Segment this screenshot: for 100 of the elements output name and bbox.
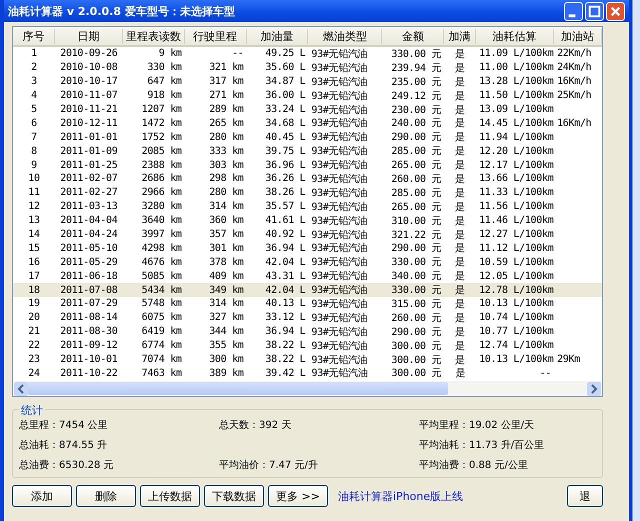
table-cell-text: 93#无铅汽油 — [310, 326, 368, 339]
table-cell-text: 6 — [30, 118, 38, 129]
table-cell-text: 5 — [30, 104, 38, 115]
table-cell-text: 2085 km — [140, 146, 183, 157]
table-cell-text: 16Km/h — [556, 76, 592, 88]
table-row[interactable]: 14 2011-04-24 3997 km 357 km 40.92 L 93#无铅汽油 321.22 元 是 12.27 L/100km — [13, 228, 602, 242]
minimize-icon[interactable] — [564, 2, 583, 20]
statistic-text: 平均油费：0.88 元/公里 — [419, 458, 529, 472]
column-header[interactable]: 日期 — [54, 28, 123, 44]
table-cell-text: 409 km — [208, 270, 245, 282]
table-row[interactable]: 19 2011-07-29 5748 km 314 km 40.13 L 93#无铅汽油 315.00 元 是 10.13 L/100km — [13, 297, 602, 311]
table-cell-text: 300.00 元 — [390, 354, 442, 367]
table-cell-text: 11.00 L/100km — [478, 62, 554, 74]
table-row[interactable]: 20 2011-08-14 6075 km 327 km 33.12 L 93#无铅汽油 260.00 元 是 10.74 L/100km — [13, 310, 602, 325]
column-header[interactable]: 加满 — [444, 28, 476, 44]
promo-link[interactable]: 油耗计算器iPhone版上线 — [338, 488, 464, 504]
column-header[interactable]: 里程表读数 — [122, 28, 185, 44]
column-header[interactable]: 油耗估算 — [476, 28, 554, 44]
table-row[interactable]: 10 2011-02-07 2686 km 298 km 36.26 L 93#无铅汽油 260.00 元 是 13.66 L/100km — [13, 172, 602, 186]
table-row[interactable]: 24 2011-10-22 7463 km 389 km 39.42 L 93#无铅汽油 300.00 元 是 -- — [13, 366, 602, 380]
column-header[interactable]: 燃油类型 — [308, 28, 382, 44]
horizontal-scrollbar[interactable] — [13, 381, 602, 396]
table-row[interactable]: 18 2011-07-08 5434 km 349 km 42.04 L 93#无铅汽油 330.00 元 是 12.78 L/100km — [13, 283, 602, 298]
table-cell-text: 333 km — [208, 146, 245, 157]
maximize-icon[interactable] — [585, 2, 604, 20]
action-button[interactable]: 删除 — [76, 485, 136, 507]
table-row[interactable]: 13 2011-04-04 3640 km 360 km 41.61 L 93#无铅汽油 310.00 元 是 11.46 L/100km — [13, 214, 602, 228]
statistic-text: 平均油耗：11.73 升/百公里 — [419, 438, 546, 452]
table-cell-text: 321.22 元 — [390, 228, 442, 242]
table-row[interactable]: 15 2011-05-10 4298 km 301 km 36.94 L 93#无铅汽油 290.00 元 是 11.12 L/100km — [13, 241, 602, 256]
table-row[interactable]: 7 2011-01-01 1752 km 280 km 40.45 L 93#无铅汽油 290.00 元 是 11.94 L/100km — [13, 130, 602, 144]
action-button[interactable]: 下载数据 — [204, 485, 264, 507]
table-row[interactable]: 6 2010-12-11 1472 km 265 km 34.68 L 93#无铅汽油 240.00 元 是 14.45 L/100km 16Km/h — [13, 116, 602, 130]
table-row[interactable]: 3 2010-10-17 647 km 317 km 34.87 L 93#无铅汽油 235.00 元 是 13.28 L/100km 16Km/h — [13, 74, 602, 89]
exit-button[interactable]: 退 — [567, 485, 603, 507]
table-cell-text: 93#无铅汽油 — [310, 116, 368, 130]
action-button[interactable]: 上传数据 — [140, 485, 200, 507]
table-cell-text: 249.12 元 — [390, 90, 442, 103]
table-row[interactable]: 12 2011-03-13 3280 km 314 km 35.57 L 93#无铅汽油 265.00 元 是 11.56 L/100km — [13, 200, 602, 214]
table-cell-text: 15 — [27, 242, 41, 254]
table-cell-text: 389 km — [208, 368, 245, 379]
table-row[interactable]: 8 2011-01-09 2085 km 333 km 39.75 L 93#无铅汽油 285.00 元 是 12.20 L/100km — [13, 144, 602, 158]
action-button[interactable]: 添加 — [12, 485, 72, 507]
column-header[interactable]: 行驶里程 — [184, 28, 247, 44]
table-cell-text: 11.94 L/100km — [478, 132, 554, 143]
table-cell-text: 33.24 L — [264, 104, 306, 115]
close-icon[interactable] — [606, 2, 625, 20]
table-cell-text: 是 — [454, 131, 466, 144]
table-cell-text: 13.66 L/100km — [478, 173, 554, 184]
table-cell-text: 93#无铅汽油 — [310, 340, 368, 353]
table-row[interactable]: 9 2011-01-25 2388 km 303 km 36.96 L 93#无铅汽油 265.00 元 是 12.17 L/100km — [13, 158, 602, 172]
table-row[interactable]: 21 2011-08-30 6419 km 344 km 36.94 L 93#无铅汽油 290.00 元 是 10.77 L/100km — [13, 324, 602, 339]
statistic-text: 平均油价：7.47 元/升 — [219, 458, 319, 472]
table-cell-text: 298 km — [208, 173, 245, 184]
scroll-left-icon[interactable] — [14, 382, 28, 396]
table-row[interactable]: 4 2010-11-07 918 km 271 km 36.00 L 93#无铅汽油 249.12 元 是 11.50 L/100km 25Km/h — [13, 88, 602, 103]
table-row[interactable]: 5 2010-11-21 1207 km 289 km 33.24 L 93#无铅汽油 230.00 元 是 13.09 L/100km — [13, 102, 602, 116]
window-title: 油耗计算器 v 2.0.0.8 爱车型号：未选择车型 — [8, 4, 235, 18]
column-header[interactable]: 金额 — [382, 28, 444, 44]
table-cell-text: 2011-03-13 — [59, 201, 118, 212]
table-cell-text: 是 — [454, 145, 466, 158]
table-cell-text: 285.00 元 — [390, 145, 442, 158]
table-row[interactable]: 11 2011-02-27 2966 km 280 km 38.26 L 93#无铅汽油 285.00 元 是 11.33 L/100km — [13, 186, 602, 200]
table-cell-text: 2010-11-21 — [59, 104, 118, 115]
table-cell-text: 93#无铅汽油 — [310, 256, 368, 270]
table-row[interactable]: 2 2010-10-08 330 km 321 km 35.60 L 93#无铅汽油 239.94 元 是 11.00 L/100km 24Km/h — [13, 60, 602, 75]
table-cell-text: 2966 km — [140, 187, 183, 198]
table-row[interactable]: 16 2011-05-29 4676 km 378 km 42.04 L 93#无铅汽油 330.00 元 是 10.59 L/100km — [13, 255, 602, 270]
table-cell-text: 300.00 元 — [390, 367, 442, 380]
table-cell-text: 是 — [454, 76, 466, 89]
table-cell-text: 10.13 L/100km — [478, 298, 554, 310]
table-cell-text: 1 — [30, 48, 38, 60]
table-cell-text: 647 km — [146, 76, 183, 88]
table-row[interactable]: 1 2010-09-26 9 km -- 49.25 L 93#无铅汽油 330.00 元 是 11.09 L/100km 22Km/h — [13, 47, 602, 61]
column-header[interactable]: 序号 — [13, 28, 55, 44]
table-cell-text: 是 — [454, 172, 466, 186]
table-cell-text: 5085 km — [140, 270, 183, 282]
table-cell-text: 40.13 L — [264, 298, 306, 310]
column-header[interactable]: 加油量 — [246, 28, 308, 44]
table-cell-text: 2011-09-12 — [59, 340, 118, 352]
table-cell-text: 5748 km — [140, 298, 183, 310]
table-cell-text: 33.12 L — [264, 312, 306, 324]
table-cell-text: 是 — [454, 354, 466, 367]
table-cell-text: 239.94 元 — [390, 62, 442, 75]
table-cell-text: 42.04 L — [264, 256, 306, 268]
table-row[interactable]: 23 2011-10-01 7074 km 300 km 38.22 L 93#无铅汽油 300.00 元 是 10.13 L/100km 29Km — [13, 352, 602, 366]
table-cell-text: 10.77 L/100km — [478, 326, 554, 338]
table-cell-text: 25Km/h — [556, 90, 592, 102]
column-header[interactable]: 加油站 — [554, 28, 602, 44]
table-cell-text: 是 — [454, 228, 466, 242]
table-cell-text: 是 — [454, 298, 466, 311]
table-cell-text: 2011-08-14 — [59, 312, 118, 324]
table-row[interactable]: 22 2011-09-12 6774 km 355 km 38.22 L 93#无铅汽油 300.00 元 是 12.74 L/100km — [13, 338, 602, 353]
table-row[interactable]: 17 2011-06-18 5085 km 409 km 43.31 L 93#无铅汽油 340.00 元 是 12.05 L/100km — [13, 269, 602, 284]
action-button[interactable]: 更多 >> — [268, 485, 328, 507]
table-cell-text: 321 km — [208, 62, 245, 74]
scroll-right-icon[interactable] — [587, 382, 601, 396]
table-cell-text: 290.00 元 — [390, 242, 442, 256]
table-cell-text: 240.00 元 — [390, 117, 442, 130]
table-cell-text: 2011-10-22 — [59, 368, 118, 379]
